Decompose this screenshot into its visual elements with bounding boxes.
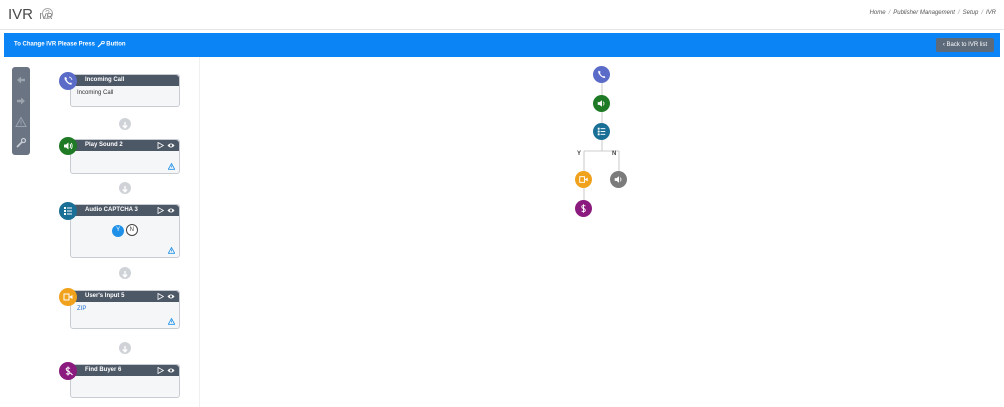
breadcrumb-setup[interactable]: Setup: [963, 10, 979, 16]
flow-buyer-icon[interactable]: [575, 200, 592, 217]
flow-connectors: [583, 83, 620, 200]
page-title-text: IVR: [8, 6, 34, 23]
wrench-icon: [97, 40, 105, 48]
instruction-banner: To Change IVR Please Press Button ‹ Back…: [4, 33, 1000, 57]
flow-list-icon[interactable]: [593, 123, 610, 140]
flow-input-icon[interactable]: [575, 171, 592, 188]
flow-speaker-icon[interactable]: [593, 95, 610, 112]
flow-speaker-grey-icon[interactable]: [610, 171, 627, 188]
breadcrumb-ivr: IVR: [985, 10, 996, 16]
back-to-ivr-list-button[interactable]: ‹ Back to IVR list: [936, 38, 994, 52]
top-bar: IVR IVR ? Home / Publisher Management / Setu…: [0, 0, 1004, 30]
branch-no-label: N: [612, 151, 617, 157]
breadcrumb-home[interactable]: Home: [870, 10, 886, 16]
banner-text-before: To Change IVR Please Press: [14, 41, 95, 48]
back-button-label: Back to IVR list: [946, 42, 988, 48]
banner-text-after: Button: [106, 41, 126, 48]
help-icon[interactable]: ?: [42, 8, 53, 19]
flow-phone-icon[interactable]: [593, 66, 610, 83]
branch-yes-label: Y: [577, 151, 582, 157]
content-area: Incoming Call Incoming Call Play Sound 2: [4, 57, 1000, 407]
chevron-left-icon: ‹: [942, 42, 945, 48]
banner-text: To Change IVR Please Press Button: [14, 40, 126, 48]
breadcrumb-publisher-management[interactable]: Publisher Management: [893, 10, 955, 16]
breadcrumb: Home / Publisher Management / Setup / IVR: [869, 10, 996, 16]
